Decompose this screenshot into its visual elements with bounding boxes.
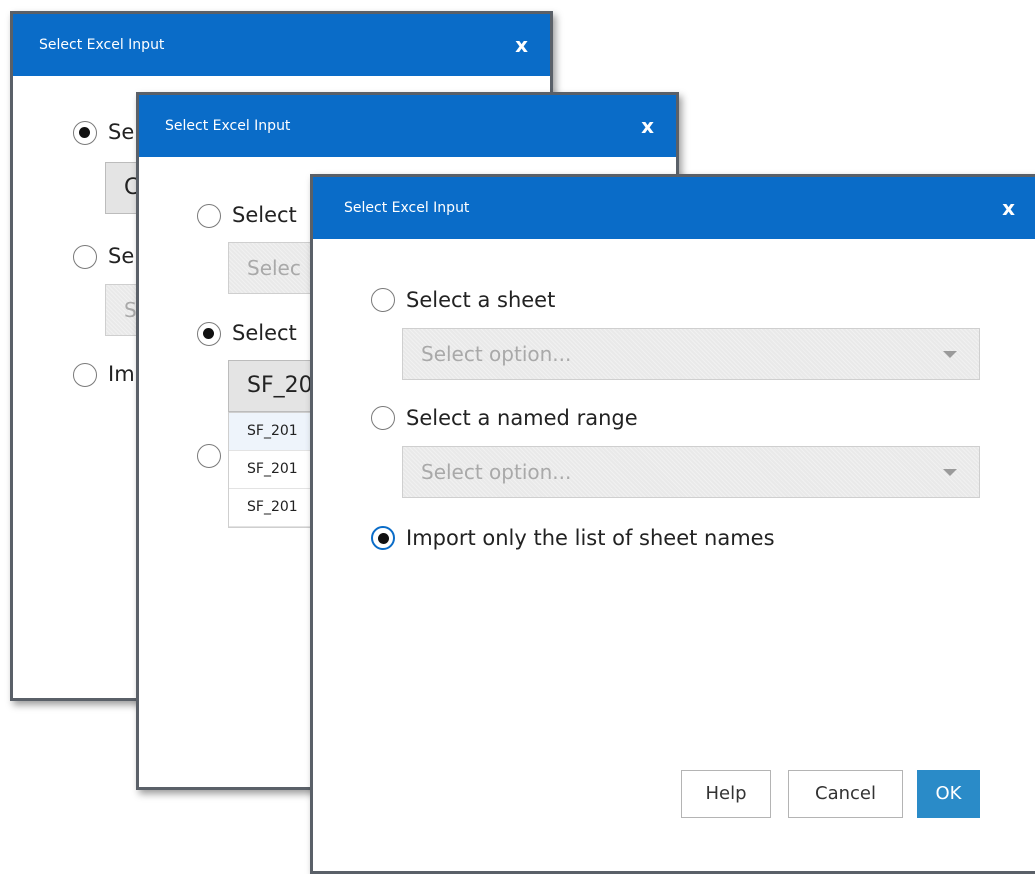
ok-button[interactable]: OK: [917, 770, 980, 818]
dialog-title: Select Excel Input: [165, 118, 291, 134]
close-icon[interactable]: x: [515, 14, 528, 76]
dialog-title: Select Excel Input: [344, 200, 470, 216]
radio-label: Im: [108, 362, 135, 386]
import-names-label: Import only the list of sheet names: [406, 526, 775, 550]
radio-import-names[interactable]: [371, 526, 395, 550]
select-sheet-label: Select a sheet: [406, 288, 556, 312]
radio-label: Select: [232, 321, 297, 345]
close-icon[interactable]: x: [1002, 177, 1015, 239]
range-select-placeholder: Select option...: [421, 460, 572, 484]
sheet-select[interactable]: Select option...: [402, 328, 980, 380]
radio-label: Select: [232, 203, 297, 227]
dialog-title: Select Excel Input: [39, 37, 165, 53]
radio-named-range[interactable]: [73, 245, 97, 269]
close-icon[interactable]: x: [641, 95, 654, 157]
titlebar: Select Excel Input x: [313, 177, 1035, 239]
radio-named-range[interactable]: [197, 322, 221, 346]
radio-label: Se: [108, 244, 135, 268]
radio-select-sheet[interactable]: [73, 121, 97, 145]
help-button[interactable]: Help: [681, 770, 771, 818]
titlebar: Select Excel Input x: [139, 95, 676, 157]
radio-import-names[interactable]: [197, 444, 221, 468]
radio-import-names[interactable]: [73, 363, 97, 387]
radio-select-sheet[interactable]: [371, 288, 395, 312]
chevron-down-icon: [943, 469, 957, 476]
sheet-select-placeholder: Select option...: [421, 342, 572, 366]
chevron-down-icon: [943, 351, 957, 358]
titlebar: Select Excel Input x: [13, 14, 550, 76]
radio-select-sheet[interactable]: [197, 204, 221, 228]
cancel-button[interactable]: Cancel: [788, 770, 903, 818]
range-select[interactable]: Select option...: [402, 446, 980, 498]
select-range-label: Select a named range: [406, 406, 638, 430]
dialog-front: Select Excel Input x Select a sheet Sele…: [310, 174, 1035, 874]
radio-named-range[interactable]: [371, 406, 395, 430]
radio-label: Se: [108, 120, 135, 144]
